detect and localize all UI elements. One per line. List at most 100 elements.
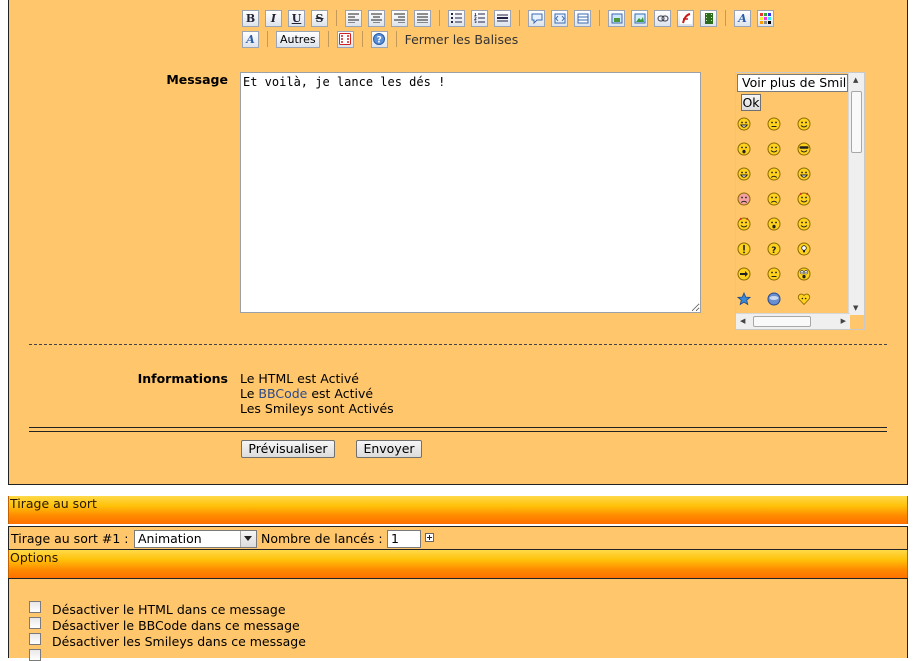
toolbar-separator [519, 10, 520, 26]
bold-icon[interactable]: B [242, 9, 259, 27]
message-textarea[interactable] [240, 72, 701, 313]
scroll-up-icon[interactable]: ▲ [853, 76, 858, 84]
image-icon[interactable] [631, 9, 648, 27]
scroll-down-icon[interactable]: ▼ [853, 304, 858, 312]
smile-smiley-icon[interactable] [797, 217, 811, 231]
disable-html-checkbox[interactable] [29, 601, 41, 613]
cool-smiley-icon[interactable] [797, 142, 811, 156]
more-smileys-select[interactable]: Voir plus de Smileys [737, 74, 848, 92]
flash-icon[interactable] [677, 9, 694, 27]
help-icon[interactable]: ? [370, 30, 388, 48]
exclamation-smiley-icon[interactable] [737, 242, 751, 256]
informations-label: Informations [137, 371, 228, 386]
smiley-horizontal-scrollbar[interactable]: ◀ ▶ [736, 313, 850, 329]
confused-smiley-icon[interactable] [767, 167, 781, 181]
devil-smiley-icon[interactable] [737, 217, 751, 231]
list-bullets-icon[interactable] [448, 9, 465, 27]
plus-icon[interactable] [425, 533, 434, 542]
scroll-left-icon[interactable]: ◀ [740, 317, 745, 325]
alien-smiley-icon[interactable] [767, 292, 781, 306]
preview-button[interactable]: Prévisualiser [241, 440, 335, 458]
align-center-icon[interactable] [368, 9, 385, 27]
underline-icon[interactable]: U [288, 9, 305, 27]
message-label: Message [166, 72, 228, 87]
dice-icon[interactable] [336, 30, 354, 48]
lances-label: Nombre de lancés : [261, 531, 383, 546]
tirage-header: Tirage au sort [8, 496, 908, 524]
neutral-smiley-icon[interactable] [767, 267, 781, 281]
neutral-smile-smiley-icon[interactable] [767, 117, 781, 131]
close-tags-link[interactable]: Fermer les Balises [405, 32, 519, 47]
tirage-type-value: Animation [138, 531, 202, 546]
toolbar-separator [361, 31, 363, 47]
smileys-ok-button[interactable]: Ok [741, 94, 761, 111]
scroll-right-icon[interactable]: ▶ [841, 317, 846, 325]
align-right-icon[interactable] [391, 9, 408, 27]
smiley-panel: Voir plus de Smileys Ok ? ▲ ▼ ◀ ▶ [735, 72, 865, 330]
options-panel: Désactiver le HTML dans ce message Désac… [8, 578, 908, 661]
options-header-title: Options [10, 550, 59, 565]
svg-text:?: ? [377, 36, 382, 46]
surprised-smiley-icon[interactable] [737, 142, 751, 156]
chevron-down-icon[interactable] [240, 531, 256, 547]
code-icon[interactable] [551, 9, 568, 27]
wink-tongue-smiley-icon[interactable] [797, 117, 811, 131]
font-face-icon[interactable]: A [242, 30, 259, 48]
dizzy-smiley-icon[interactable] [767, 217, 781, 231]
scroll-thumb[interactable] [753, 316, 811, 327]
autres-button[interactable]: Autres [276, 30, 320, 48]
html-status: Le HTML est Activé [240, 371, 359, 386]
blush-sad-smiley-icon[interactable] [737, 192, 751, 206]
toolbar-separator [725, 10, 726, 26]
options-header: Options [8, 550, 908, 578]
align-left-icon[interactable] [345, 9, 362, 27]
post-form-panel: B I U S 123 A A Autres ? Fermer les Bali… [8, 0, 908, 485]
horizontal-rule-icon[interactable] [494, 9, 511, 27]
tirage-header-title: Tirage au sort [10, 496, 97, 511]
disable-bbcode-checkbox[interactable] [29, 617, 41, 629]
dashed-divider [29, 344, 887, 345]
idea-smiley-icon[interactable] [797, 242, 811, 256]
color-palette-icon[interactable] [757, 9, 774, 27]
disable-smileys-checkbox[interactable] [29, 633, 41, 645]
video-icon[interactable] [700, 9, 717, 27]
angry-devil-smiley-icon[interactable] [797, 192, 811, 206]
list-numbers-icon[interactable]: 123 [471, 9, 488, 27]
scroll-thumb[interactable] [851, 91, 862, 153]
laughing-smiley-icon[interactable] [797, 167, 811, 181]
italic-icon[interactable]: I [265, 9, 282, 27]
toolbar-separator [327, 31, 329, 47]
bbcode-link[interactable]: BBCode [258, 386, 307, 401]
tirage-type-select[interactable]: Animation [134, 530, 257, 548]
toolbar-separator [336, 10, 337, 26]
link-icon[interactable] [654, 9, 671, 27]
table-icon[interactable] [574, 9, 591, 27]
send-button[interactable]: Envoyer [356, 440, 422, 458]
shocked-smiley-icon[interactable] [797, 267, 811, 281]
double-divider [29, 427, 887, 432]
svg-text:?: ? [771, 246, 776, 256]
star-smiley-icon[interactable] [736, 291, 752, 306]
big-smile-smiley-icon[interactable] [737, 167, 751, 181]
quote-icon[interactable] [528, 9, 545, 27]
smiley-vertical-scrollbar[interactable]: ▲ ▼ [848, 73, 864, 315]
lances-input[interactable]: 1 [387, 530, 421, 548]
disable-bbcode-label: Désactiver le BBCode dans ce message [52, 618, 300, 633]
toolbar-separator [599, 10, 600, 26]
arrow-smiley-icon[interactable] [737, 267, 751, 281]
rolling-eyes-smiley-icon[interactable] [767, 142, 781, 156]
strikethrough-icon[interactable]: S [311, 9, 328, 27]
tirage-label: Tirage au sort #1 : [11, 531, 129, 546]
bbcode-toolbar: B I U S 123 A [242, 9, 774, 27]
font-size-icon[interactable]: A [734, 9, 751, 27]
upload-image-icon[interactable] [608, 9, 625, 27]
bbcode-status-prefix: Le [240, 386, 255, 401]
question-smiley-icon[interactable]: ? [767, 242, 781, 256]
heart-smiley-icon[interactable] [797, 292, 811, 306]
sad-smiley-icon[interactable] [767, 192, 781, 206]
bbcode-status-suffix: est Activé [311, 386, 374, 401]
bbcode-toolbar-row2: A Autres ? Fermer les Balises [242, 30, 518, 48]
disable-html-label: Désactiver le HTML dans ce message [52, 602, 286, 617]
align-justify-icon[interactable] [414, 9, 431, 27]
grin-smiley-icon[interactable] [737, 117, 751, 131]
